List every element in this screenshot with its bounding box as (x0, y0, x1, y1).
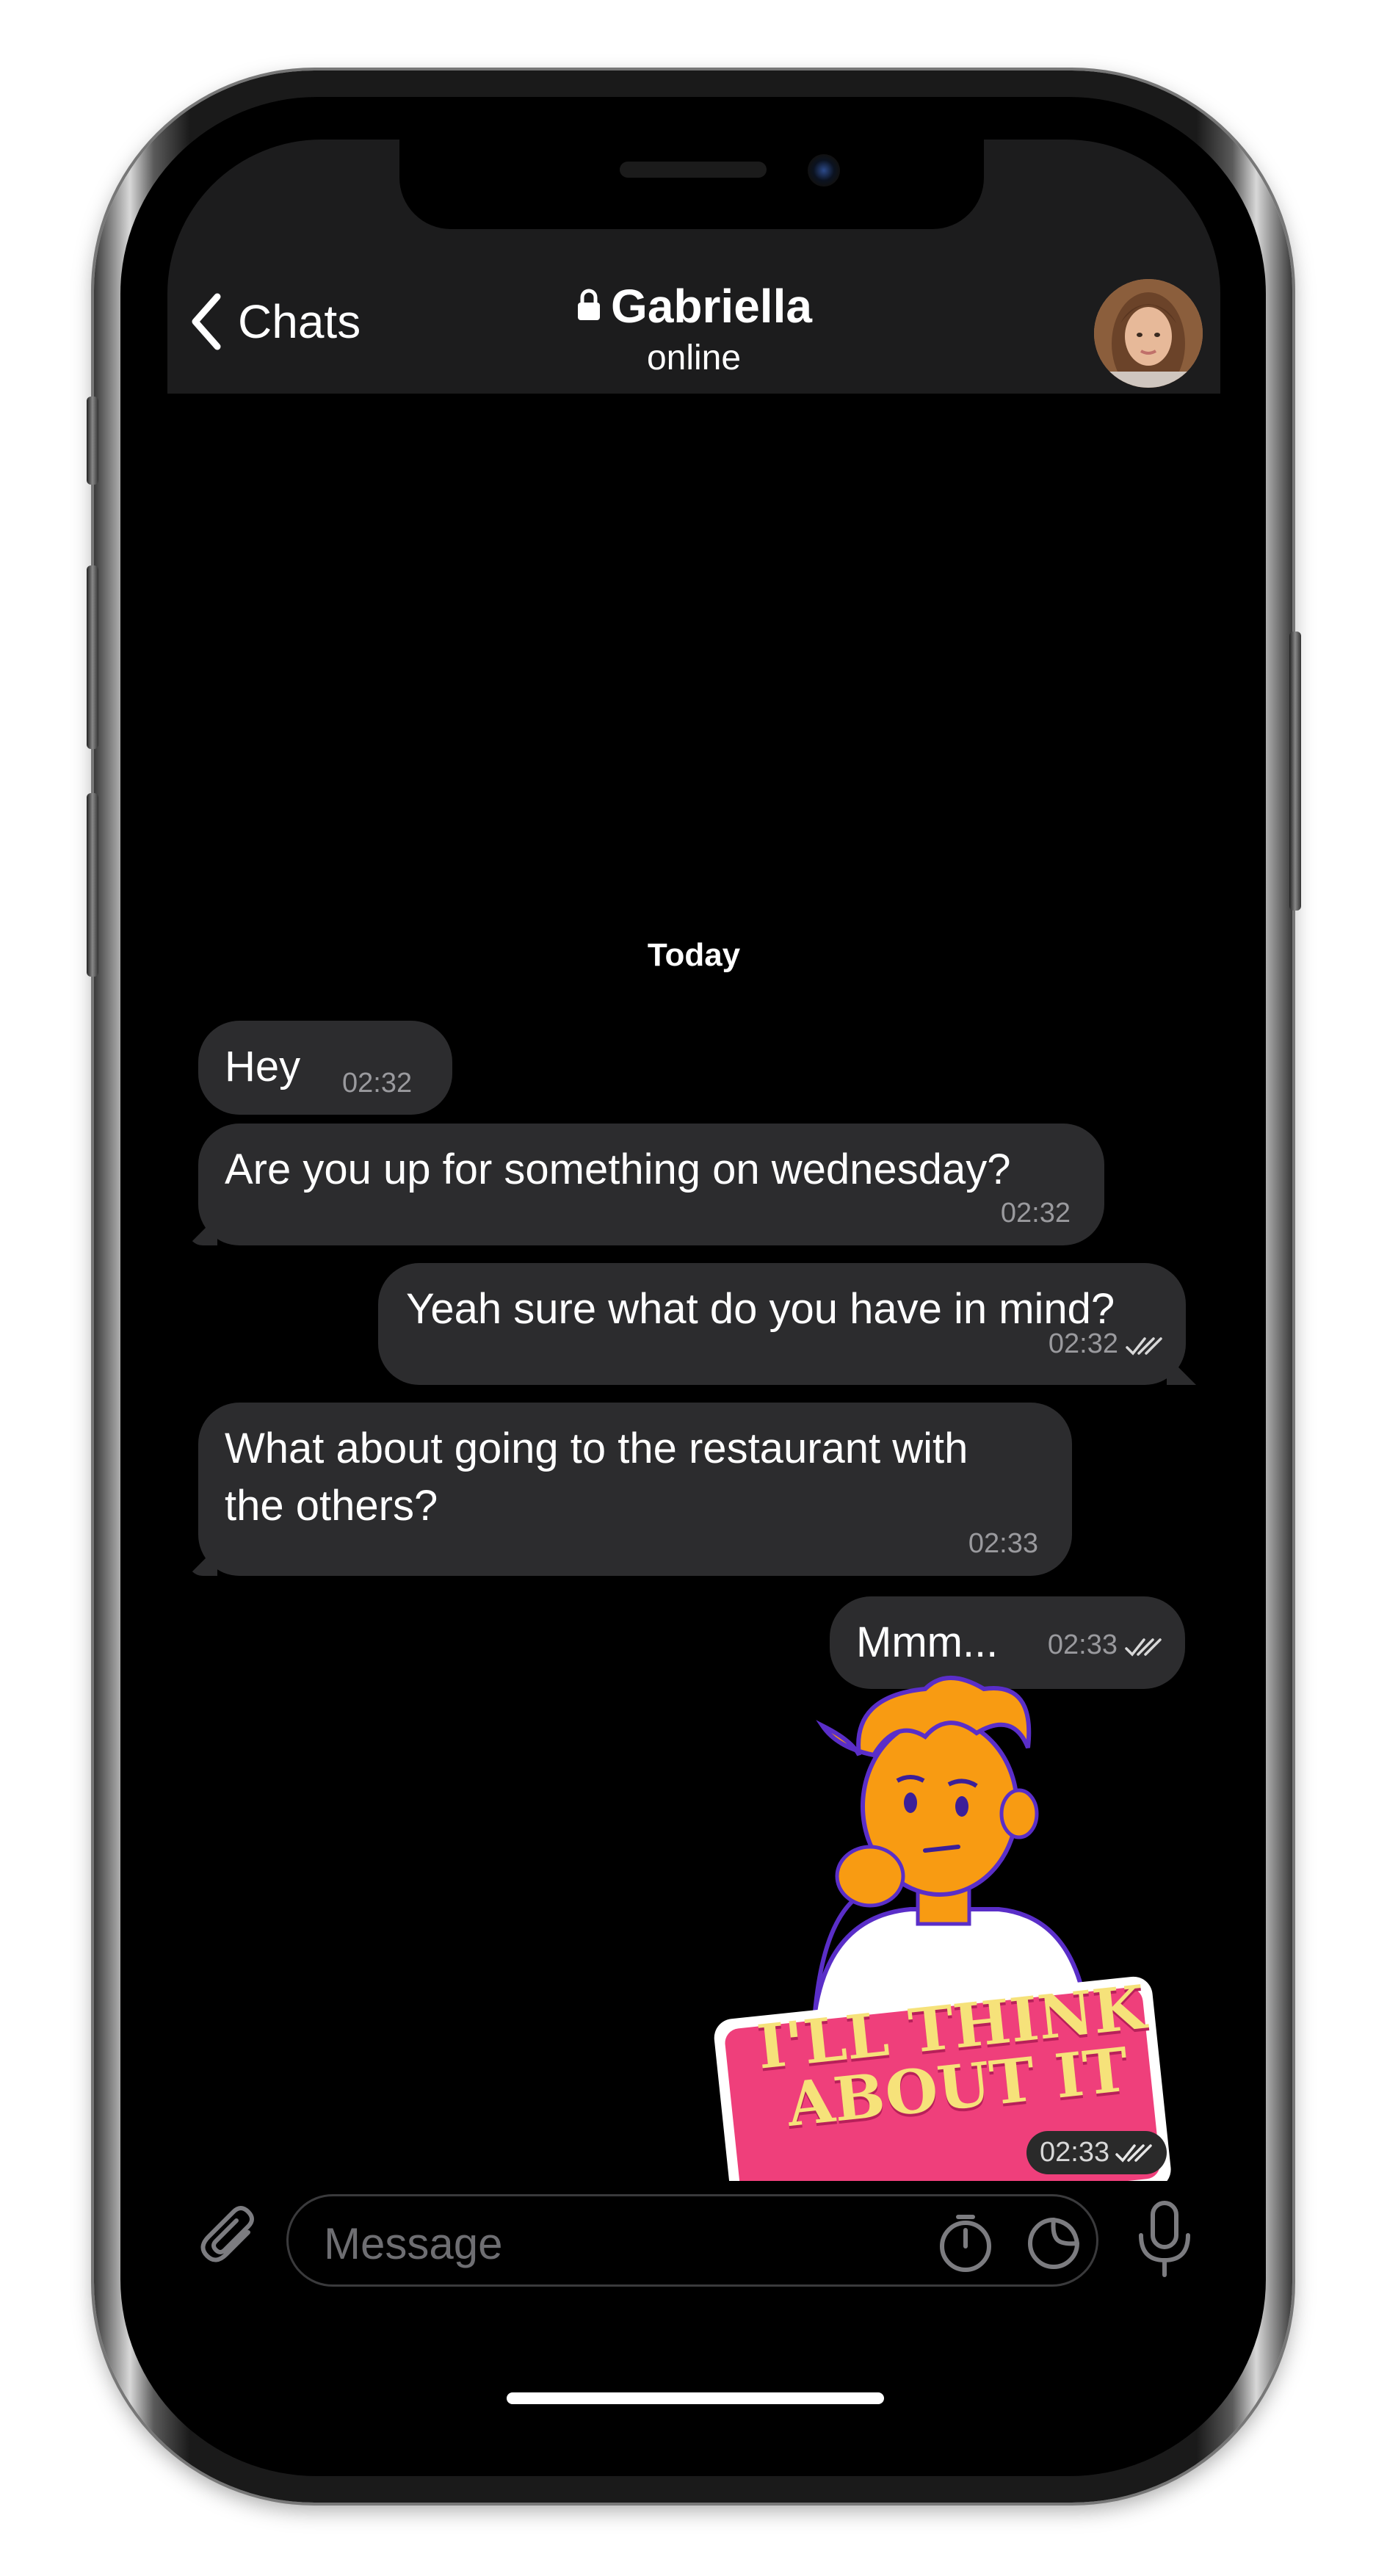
message-meta: 02:32 (1049, 1316, 1164, 1373)
message-time: 02:32 (1048, 1328, 1118, 1360)
sticker-icon[interactable] (1023, 2213, 1084, 2274)
contact-status: online (646, 339, 742, 377)
double-check-icon (1115, 2137, 1154, 2168)
message-input-placeholder: Message (324, 2219, 503, 2268)
message-composer: Message (167, 2174, 1220, 2335)
volume-up-button (87, 565, 98, 749)
double-check-icon (1125, 1617, 1163, 1674)
message-time: 02:32 (1000, 1197, 1071, 1229)
lock-icon (576, 288, 602, 325)
contact-name: Gabriella (611, 280, 812, 333)
message-text: Are you up for something on wednesday? (225, 1146, 1011, 1193)
front-camera (808, 154, 840, 187)
message-text: Hey (225, 1043, 301, 1090)
message-bubble-outgoing[interactable]: Yeah sure what do you have in mind? 02:3… (378, 1263, 1186, 1385)
timer-icon[interactable] (935, 2213, 996, 2274)
paperclip-icon[interactable] (197, 2206, 263, 2272)
message-time: 02:33 (1047, 1629, 1118, 1661)
home-indicator[interactable] (507, 2392, 884, 2404)
double-check-icon (1126, 1316, 1164, 1373)
message-input[interactable]: Message (286, 2194, 1098, 2287)
message-time: 02:32 (342, 1068, 413, 1099)
message-text: Yeah sure what do you have in mind? (406, 1285, 1115, 1333)
message-meta: 02:33 (1048, 1617, 1163, 1674)
message-time: 02:33 (1040, 2137, 1110, 2168)
message-time: 02:33 (968, 1527, 1038, 1559)
power-button (1289, 632, 1301, 911)
microphone-icon[interactable] (1135, 2200, 1194, 2278)
message-bubble-incoming[interactable]: Are you up for something on wednesday? 0… (198, 1124, 1104, 1245)
message-text: Mmm... (856, 1618, 999, 1666)
date-separator: Today (647, 937, 741, 973)
sticker-meta: 02:33 (1026, 2131, 1167, 2174)
notch (399, 140, 984, 229)
sticker-message[interactable]: I'LL THINK ABOUT IT (705, 1667, 1175, 2231)
screen: Chats Gabriella online Today Hey 02:32 A… (167, 140, 1220, 2460)
volume-down-button (87, 793, 98, 977)
message-text: What about going to the restaurant with … (225, 1425, 968, 1530)
message-bubble-incoming[interactable]: What about going to the restaurant with … (198, 1403, 1072, 1576)
chat-title-block[interactable]: Gabriella online (167, 279, 1220, 378)
message-bubble-incoming[interactable]: Hey 02:32 (198, 1021, 452, 1115)
avatar[interactable] (1094, 279, 1203, 388)
mute-switch (87, 397, 98, 485)
speaker-grille (620, 162, 767, 178)
